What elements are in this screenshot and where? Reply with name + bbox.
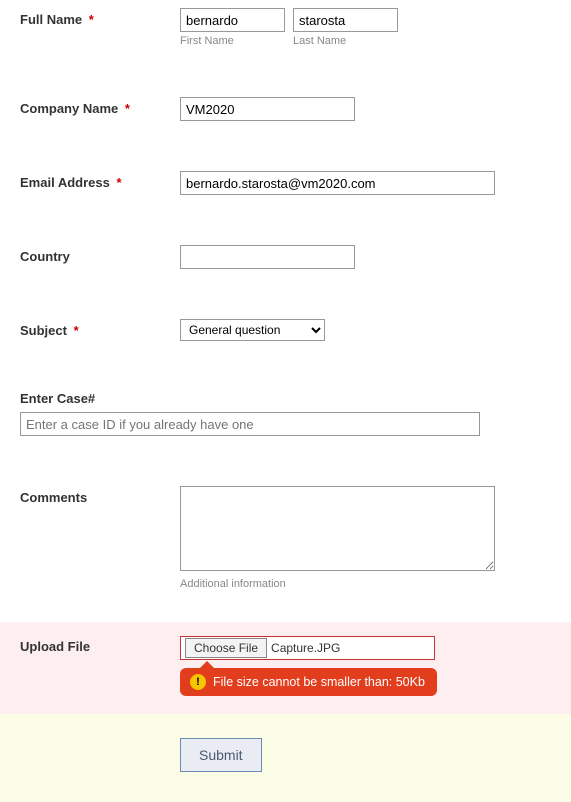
company-label-text: Company Name	[20, 101, 118, 116]
country-input-col	[180, 245, 551, 269]
email-input[interactable]	[180, 171, 495, 195]
choose-file-button[interactable]: Choose File	[185, 638, 267, 658]
required-marker: *	[89, 12, 94, 27]
comments-textarea[interactable]	[180, 486, 495, 571]
subject-label-text: Subject	[20, 323, 67, 338]
email-label: Email Address *	[20, 171, 180, 190]
company-input-col	[180, 97, 551, 121]
comments-label: Comments	[20, 486, 180, 505]
warning-icon: !	[190, 674, 206, 690]
case-row: Enter Case#	[0, 383, 571, 444]
company-input[interactable]	[180, 97, 355, 121]
last-name-input[interactable]	[293, 8, 398, 32]
full-name-label: Full Name *	[20, 8, 180, 27]
company-label: Company Name *	[20, 97, 180, 116]
subject-select[interactable]: General question	[180, 319, 325, 341]
first-name-sublabel: First Name	[180, 35, 285, 47]
required-marker: *	[125, 101, 130, 116]
country-label-text: Country	[20, 249, 70, 264]
country-input[interactable]	[180, 245, 355, 269]
email-row: Email Address *	[0, 163, 571, 203]
submit-button[interactable]: Submit	[180, 738, 262, 772]
error-text: File size cannot be smaller than: 50Kb	[213, 675, 425, 689]
upload-label: Upload File	[20, 636, 180, 696]
error-bubble: ! File size cannot be smaller than: 50Kb	[180, 668, 437, 696]
case-input[interactable]	[20, 412, 480, 436]
required-marker: *	[116, 175, 121, 190]
email-input-col	[180, 171, 551, 195]
first-name-input[interactable]	[180, 8, 285, 32]
file-name-text: Capture.JPG	[271, 641, 340, 655]
subject-input-col: General question	[180, 319, 551, 341]
case-label: Enter Case#	[20, 391, 95, 406]
upload-input-col: Choose File Capture.JPG ! File size cann…	[180, 636, 551, 696]
country-label: Country	[20, 245, 180, 264]
comments-row: Comments Additional information	[0, 478, 571, 598]
country-row: Country	[0, 237, 571, 277]
case-label-text: Enter Case#	[20, 391, 95, 406]
upload-label-text: Upload File	[20, 639, 90, 654]
last-name-sublabel: Last Name	[293, 35, 398, 47]
full-name-label-text: Full Name	[20, 12, 82, 27]
comments-input-col: Additional information	[180, 486, 551, 590]
comments-label-text: Comments	[20, 490, 87, 505]
subject-row: Subject * General question	[0, 311, 571, 349]
required-marker: *	[74, 323, 79, 338]
submit-row: Submit	[0, 714, 571, 802]
last-name-group: Last Name	[293, 8, 398, 47]
company-row: Company Name *	[0, 89, 571, 129]
full-name-inputs: First Name Last Name	[180, 8, 551, 47]
subject-label: Subject *	[20, 319, 180, 338]
file-box: Choose File Capture.JPG	[180, 636, 435, 660]
email-label-text: Email Address	[20, 175, 110, 190]
first-name-group: First Name	[180, 8, 285, 47]
upload-section: Upload File Choose File Capture.JPG ! Fi…	[0, 622, 571, 714]
full-name-row: Full Name * First Name Last Name	[0, 0, 571, 55]
comments-sublabel: Additional information	[180, 578, 551, 590]
